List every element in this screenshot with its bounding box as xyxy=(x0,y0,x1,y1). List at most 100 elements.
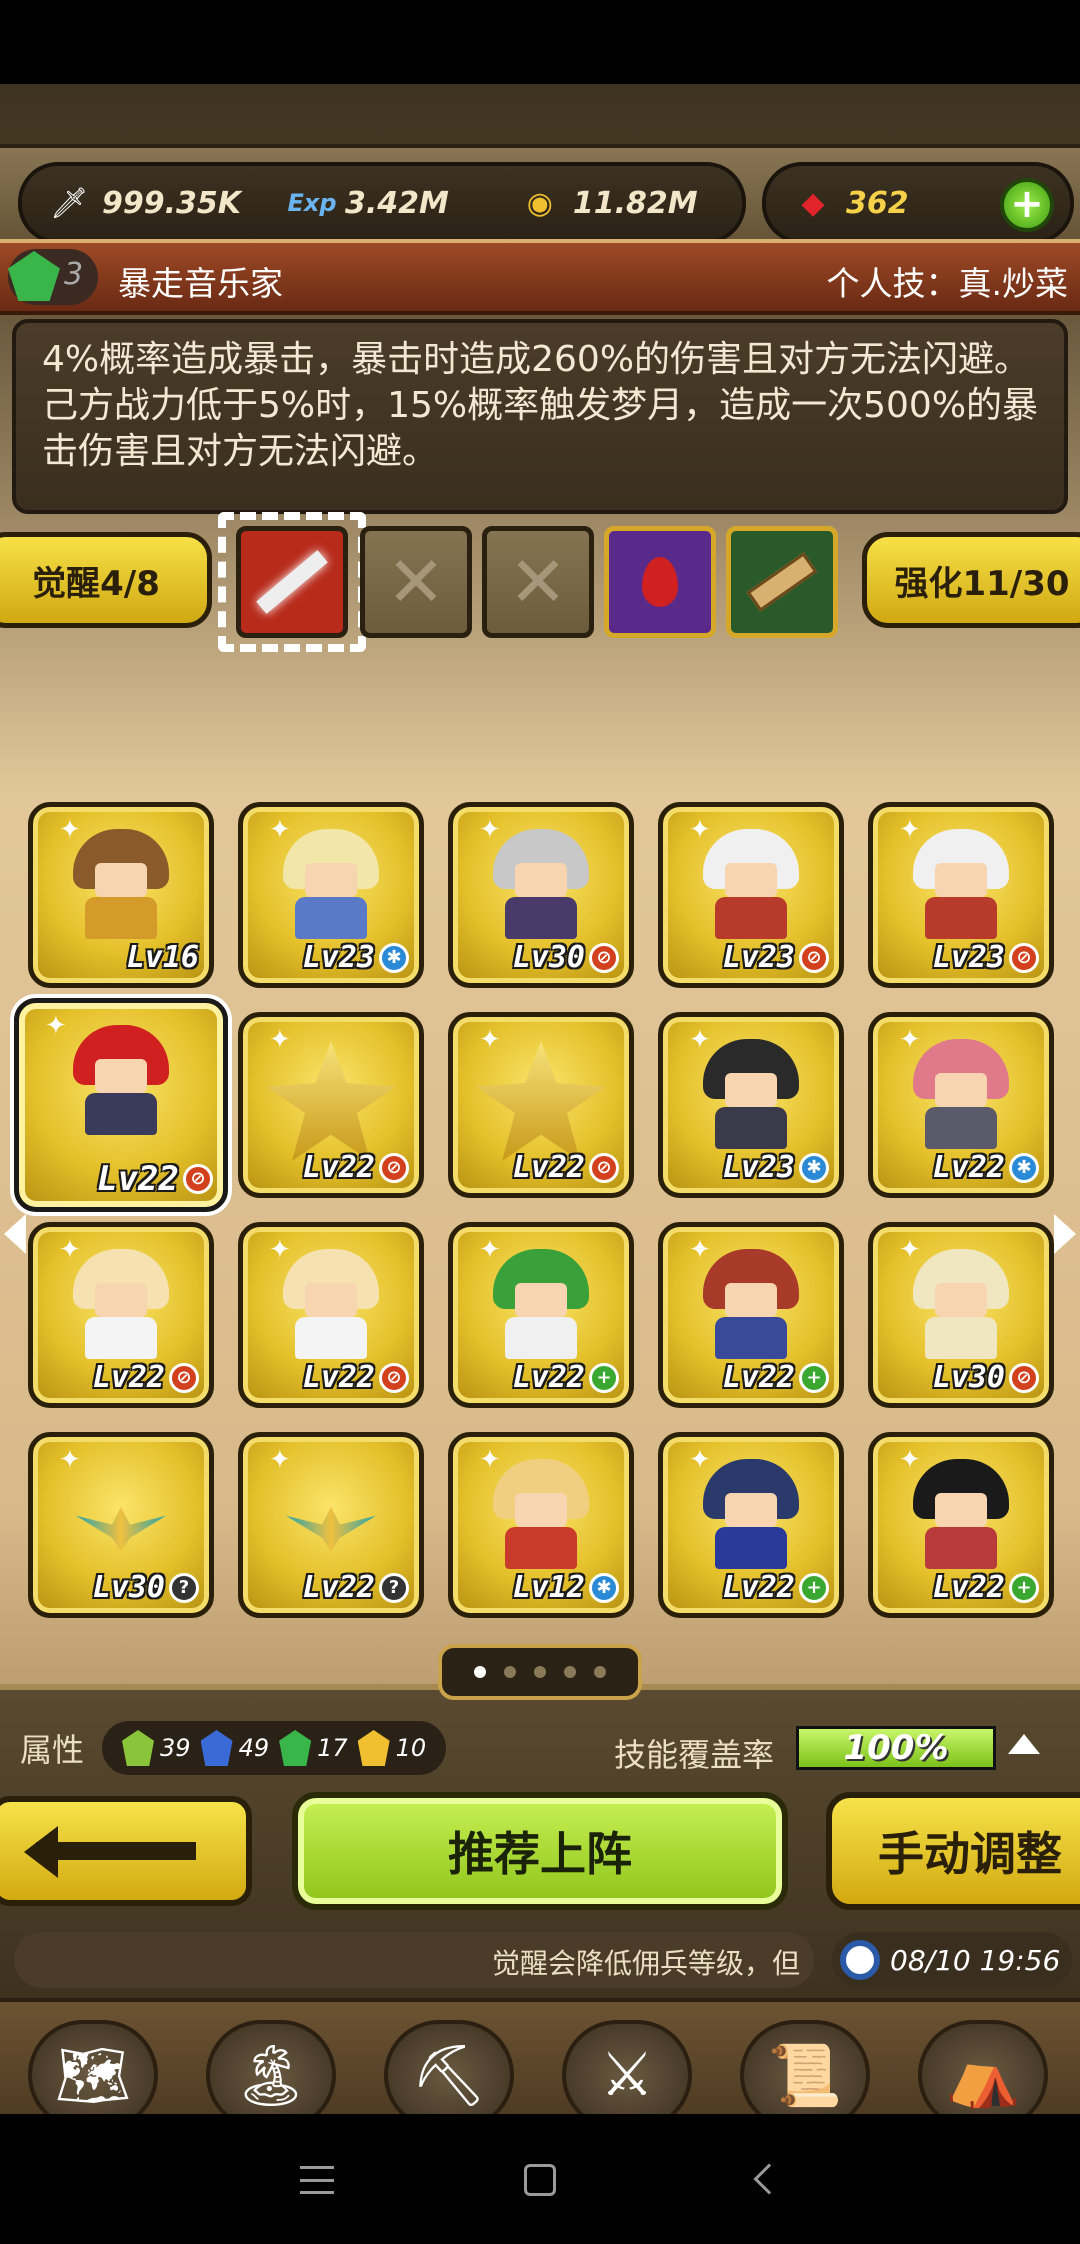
level-text: Lv16 xyxy=(126,940,199,975)
page-dot[interactable] xyxy=(564,1666,576,1678)
hero-face xyxy=(95,863,147,897)
hero-card[interactable]: ✦ Lv23 ✱ xyxy=(658,1012,844,1198)
blood-drop-icon xyxy=(642,557,678,607)
hero-body xyxy=(715,1527,787,1569)
level-text: Lv30 xyxy=(512,940,585,975)
hero-body xyxy=(85,1093,157,1135)
tent-icon: ⛺ xyxy=(918,2020,1048,2114)
add-gems-button[interactable]: + xyxy=(1000,178,1054,232)
attribute-item: 39 xyxy=(122,1730,191,1766)
hero-card[interactable]: ✦ Lv22 ✱ xyxy=(868,1012,1054,1198)
back-button[interactable] xyxy=(0,1796,252,1906)
attribute-row: 属性 39 49 17 10 xyxy=(20,1718,447,1778)
hero-card[interactable]: ✦ Lv30 ⊘ xyxy=(448,802,634,988)
hero-card[interactable]: ✦ Lv22 ⊘ xyxy=(448,1012,634,1198)
attribute-item: 17 xyxy=(279,1730,348,1766)
skill-slot-3[interactable]: ✕ xyxy=(482,526,594,638)
hero-card[interactable]: ✦ Lv30? xyxy=(28,1432,214,1618)
skill-description: 4%概率造成暴击，暴击时造成260%的伤害且对方无法闪避。己方战力低于5%时，1… xyxy=(42,339,1039,472)
hero-portrait xyxy=(73,1249,169,1359)
system-nav-bar xyxy=(0,2114,1080,2244)
nav-item[interactable]: 🗺主界面 xyxy=(8,2012,178,2114)
hero-level: Lv22 ⊘ xyxy=(303,1360,409,1395)
page-dot[interactable] xyxy=(504,1666,516,1678)
gold-value: 11.82M xyxy=(572,185,698,221)
hero-level: Lv22 + xyxy=(513,1360,619,1395)
hero-level: Lv23 ⊘ xyxy=(723,940,829,975)
hero-card[interactable]: ✦ Lv23 ✱ xyxy=(238,802,424,988)
hero-card[interactable]: ✦ Lv22 ⊘ xyxy=(238,1012,424,1198)
level-text: Lv23 xyxy=(722,940,795,975)
page-dot[interactable] xyxy=(534,1666,546,1678)
hero-card[interactable]: ✦ Lv22 + xyxy=(448,1222,634,1408)
hero-face xyxy=(515,1493,567,1527)
sparkle-icon: ✦ xyxy=(479,1235,501,1265)
nav-item[interactable]: 🏝冒险 xyxy=(186,2012,356,2114)
awaken-button[interactable]: 觉醒4/8 xyxy=(0,532,212,628)
sparkle-icon: ✦ xyxy=(689,1235,711,1265)
hero-card[interactable]: ✦ Lv23 ⊘ xyxy=(868,802,1054,988)
hero-card[interactable]: ✦ Lv30 ⊘ xyxy=(868,1222,1054,1408)
hero-card[interactable]: ✦ Lv22 ⊘ xyxy=(14,998,228,1212)
nav-item[interactable]: 📜召唤 xyxy=(720,2012,890,2114)
fire-element-icon: ⊘ xyxy=(169,1362,199,1393)
hero-card[interactable]: ✦ Lv16 xyxy=(28,802,214,988)
sparkle-icon: ✦ xyxy=(479,815,501,845)
skill-slot-4[interactable] xyxy=(604,526,716,638)
manual-adjust-button[interactable]: 手动调整 xyxy=(826,1792,1080,1910)
hero-face xyxy=(515,1283,567,1317)
skill-slot-5[interactable] xyxy=(726,526,838,638)
page-indicator xyxy=(438,1644,642,1700)
hero-face xyxy=(725,1073,777,1107)
hero-portrait xyxy=(73,1025,169,1135)
page-dot[interactable] xyxy=(594,1666,606,1678)
fire-element-icon: ⊘ xyxy=(589,1152,619,1183)
back-icon[interactable] xyxy=(753,2163,785,2195)
expand-caret-icon[interactable] xyxy=(1008,1734,1040,1754)
fire-element-icon: ⊘ xyxy=(379,1362,409,1393)
hero-level: Lv22 ⊘ xyxy=(513,1150,619,1185)
water-element-icon: ✱ xyxy=(589,1572,619,1603)
level-text: Lv23 xyxy=(722,1150,795,1185)
enhance-button[interactable]: 强化11/30 xyxy=(862,532,1080,628)
skill-name: 暴走音乐家 xyxy=(118,264,283,303)
hero-card[interactable]: ✦ Lv22 ⊘ xyxy=(28,1222,214,1408)
hero-card[interactable]: ✦ Lv22? xyxy=(238,1432,424,1618)
page-dot[interactable] xyxy=(474,1666,486,1678)
wind-element-icon: + xyxy=(1009,1572,1039,1603)
level-text: Lv22 xyxy=(512,1150,585,1185)
x-mark-icon: ✕ xyxy=(386,541,446,623)
menu-icon[interactable] xyxy=(300,2166,334,2194)
hero-portrait xyxy=(283,829,379,939)
skill-slot-2[interactable]: ✕ xyxy=(360,526,472,638)
home-icon[interactable] xyxy=(524,2164,556,2196)
hero-card[interactable]: ✦ Lv12 ✱ xyxy=(448,1432,634,1618)
hero-body xyxy=(715,1317,787,1359)
nav-item[interactable]: ⛏挖矿 xyxy=(364,2012,534,2114)
hero-body xyxy=(505,1317,577,1359)
sparkle-icon: ✦ xyxy=(899,815,921,845)
water-element-icon: ✱ xyxy=(799,1152,829,1183)
skill-slot-1[interactable] xyxy=(236,526,348,638)
nav-item[interactable]: ⛺佣兵 xyxy=(898,2012,1068,2114)
sparkle-icon: ✦ xyxy=(899,1235,921,1265)
unknown-element-icon: ? xyxy=(169,1572,199,1603)
hero-portrait xyxy=(913,1249,1009,1359)
level-text: Lv22 xyxy=(92,1360,165,1395)
hero-card[interactable]: ✦ Lv23 ⊘ xyxy=(658,802,844,988)
nav-item[interactable]: ⚔竞技 xyxy=(542,2012,712,2114)
hero-level: Lv22? xyxy=(303,1570,409,1605)
recommend-deploy-button[interactable]: 推荐上阵 xyxy=(292,1792,788,1910)
hero-card[interactable]: ✦ Lv22 ⊘ xyxy=(238,1222,424,1408)
personal-skill: 个人技：真.炒菜 xyxy=(826,264,1069,303)
pickaxe-icon: ⛏ xyxy=(384,2020,514,2114)
skill-header: 3 暴走音乐家 个人技：真.炒菜 xyxy=(0,239,1080,315)
sparkle-icon: ✦ xyxy=(59,1235,81,1265)
hero-card[interactable]: ✦ Lv22 + xyxy=(658,1222,844,1408)
hero-card[interactable]: ✦ Lv22 + xyxy=(868,1432,1054,1618)
hero-card[interactable]: ✦ Lv22 + xyxy=(658,1432,844,1618)
wind-element-icon: + xyxy=(799,1362,829,1393)
wind-sword-icon xyxy=(122,1730,155,1766)
sparkle-icon: ✦ xyxy=(269,1025,291,1055)
hero-level: Lv23 ✱ xyxy=(303,940,409,975)
